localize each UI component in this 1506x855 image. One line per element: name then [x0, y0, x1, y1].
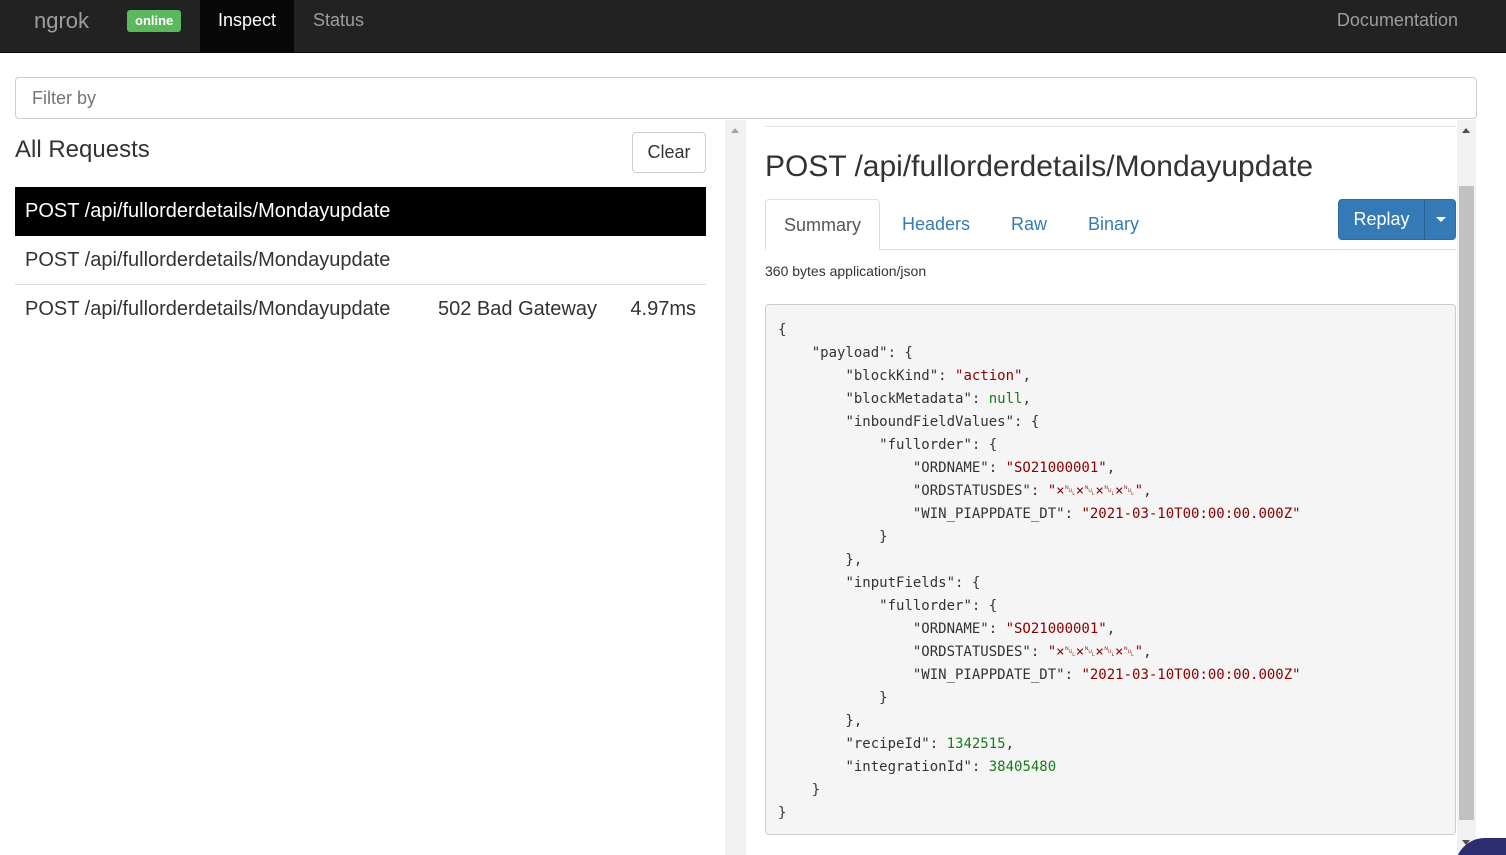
json-key: "blockMetadata": [845, 391, 972, 407]
scrollbar-thumb[interactable]: [1459, 186, 1474, 820]
json-key: "WIN_PIAPPDATE_DT": [912, 667, 1065, 683]
request-status: 502 Bad Gateway: [438, 298, 597, 320]
filter-input[interactable]: [15, 77, 1477, 119]
nav-tab-inspect[interactable]: Inspect: [200, 0, 294, 53]
request-duration: 4.97ms: [630, 298, 696, 320]
divider: [765, 126, 1456, 127]
json-string: "SO21000001": [1005, 621, 1107, 637]
scroll-up-arrow-icon[interactable]: [1462, 128, 1470, 133]
replay-button[interactable]: Replay: [1338, 199, 1425, 240]
request-path: POST /api/fullorderdetails/Mondayupdate: [25, 200, 391, 222]
documentation-link[interactable]: Documentation: [1337, 0, 1458, 40]
request-path: POST /api/fullorderdetails/Mondayupdate: [25, 249, 391, 271]
json-key: "ORDNAME": [912, 460, 989, 476]
tab-binary[interactable]: Binary: [1088, 199, 1139, 250]
clear-button[interactable]: Clear: [632, 132, 706, 173]
json-string: "2021-03-10T00:00:00.000Z": [1081, 506, 1301, 522]
request-row[interactable]: POST /api/fullorderdetails/Mondayupdate …: [15, 285, 706, 334]
json-key: "ORDNAME": [912, 621, 989, 637]
tab-raw[interactable]: Raw: [1011, 199, 1047, 250]
json-string: "SO21000001": [1005, 460, 1107, 476]
json-key: "inboundFieldValues": [845, 414, 1015, 430]
tab-summary[interactable]: Summary: [765, 199, 880, 250]
json-number: 38405480: [988, 759, 1057, 775]
json-key: "ORDSTATUSDES": [912, 483, 1031, 499]
top-navbar: ngrok online Inspect Status Documentatio…: [0, 0, 1506, 53]
requests-scrollbar[interactable]: [725, 120, 746, 855]
json-string: "×␀×␀×␀×␀": [1047, 644, 1144, 660]
json-key: "ORDSTATUSDES": [912, 644, 1031, 660]
brand-logo[interactable]: ngrok: [34, 8, 89, 34]
requests-title: All Requests: [15, 136, 150, 163]
status-badge: online: [127, 10, 182, 32]
replay-dropdown-toggle[interactable]: [1424, 199, 1456, 240]
body-meta: 360 bytes application/json: [765, 263, 927, 279]
json-key: "blockKind": [845, 368, 939, 384]
request-row[interactable]: POST /api/fullorderdetails/Mondayupdate: [15, 236, 706, 285]
nav-tab-status[interactable]: Status: [313, 0, 364, 53]
detail-scrollbar[interactable]: [1457, 120, 1476, 855]
json-body: { "payload": { "blockKind": "action", "b…: [765, 304, 1456, 835]
json-key: "inputFields": [845, 575, 956, 591]
tab-headers[interactable]: Headers: [902, 199, 970, 250]
request-detail-title: POST /api/fullorderdetails/Mondayupdate: [765, 150, 1314, 183]
json-key: "fullorder": [879, 598, 972, 614]
json-key: "recipeId": [845, 736, 930, 752]
json-string: "2021-03-10T00:00:00.000Z": [1081, 667, 1301, 683]
json-string: "action": [955, 368, 1023, 384]
json-key: "WIN_PIAPPDATE_DT": [912, 506, 1065, 522]
request-path: POST /api/fullorderdetails/Mondayupdate: [25, 298, 391, 320]
json-number: 1342515: [946, 736, 1006, 752]
json-key: "fullorder": [879, 437, 972, 453]
json-key: "payload": [811, 345, 888, 361]
request-row[interactable]: POST /api/fullorderdetails/Mondayupdate: [15, 187, 706, 236]
json-null: null: [988, 391, 1023, 407]
caret-down-icon: [1436, 217, 1446, 222]
scroll-up-arrow-icon[interactable]: [731, 128, 739, 133]
json-key: "integrationId": [845, 759, 972, 775]
json-string: "×␀×␀×␀×␀": [1047, 483, 1144, 499]
